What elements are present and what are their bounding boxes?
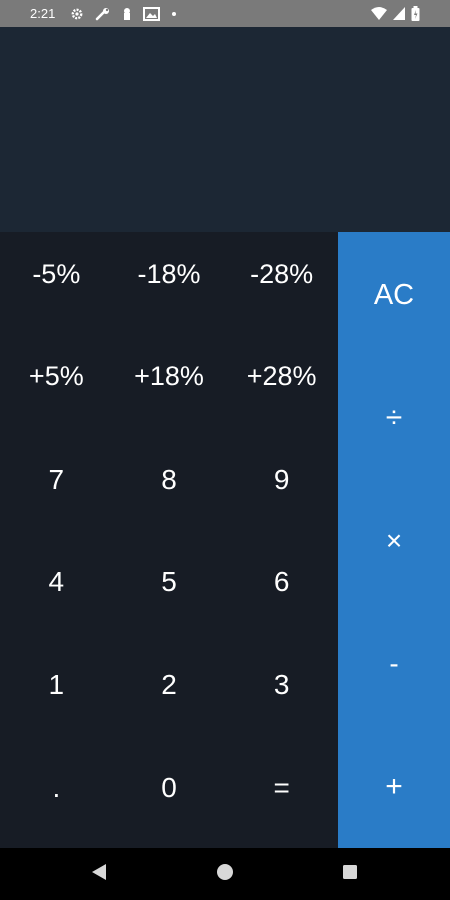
key-minus-18-percent[interactable]: -18%	[113, 232, 226, 335]
key-1[interactable]: 1	[0, 643, 113, 746]
gear-icon	[70, 7, 84, 21]
recents-button[interactable]	[320, 848, 380, 900]
key-equals[interactable]: =	[225, 745, 338, 848]
divide-button[interactable]: ÷	[338, 388, 450, 448]
key-6[interactable]: 6	[225, 540, 338, 643]
battery-icon	[411, 6, 420, 21]
subtract-button[interactable]: -	[338, 634, 450, 694]
signal-icon	[393, 7, 405, 20]
back-button[interactable]	[69, 848, 129, 900]
home-icon	[216, 863, 234, 886]
key-4[interactable]: 4	[0, 540, 113, 643]
operator-column: AC ÷ × - +	[338, 232, 450, 848]
key-5[interactable]: 5	[113, 540, 226, 643]
key-0[interactable]: 0	[113, 745, 226, 848]
recents-icon	[342, 864, 358, 885]
key-8[interactable]: 8	[113, 437, 226, 540]
status-right	[371, 6, 450, 21]
keypad: -5% -18% -28% +5% +18% +28% 7 8 9 4 5 6 …	[0, 232, 338, 848]
key-2[interactable]: 2	[113, 643, 226, 746]
key-decimal[interactable]: .	[0, 745, 113, 848]
status-time: 2:21	[30, 6, 56, 21]
wrench-icon	[95, 7, 111, 21]
status-bar: 2:21	[0, 0, 450, 27]
dot-icon	[171, 11, 177, 17]
home-button[interactable]	[195, 848, 255, 900]
back-icon	[91, 863, 107, 886]
key-minus-28-percent[interactable]: -28%	[225, 232, 338, 335]
key-plus-28-percent[interactable]: +28%	[225, 335, 338, 438]
clear-button[interactable]: AC	[338, 265, 450, 325]
keyhole-icon	[122, 7, 132, 21]
multiply-button[interactable]: ×	[338, 511, 450, 571]
key-3[interactable]: 3	[225, 643, 338, 746]
key-plus-18-percent[interactable]: +18%	[113, 335, 226, 438]
status-left: 2:21	[0, 6, 177, 21]
image-icon	[143, 6, 161, 21]
key-plus-5-percent[interactable]: +5%	[0, 335, 113, 438]
calculator-display	[0, 27, 450, 232]
key-minus-5-percent[interactable]: -5%	[0, 232, 113, 335]
key-9[interactable]: 9	[225, 437, 338, 540]
key-7[interactable]: 7	[0, 437, 113, 540]
add-button[interactable]: +	[338, 757, 450, 817]
navigation-bar	[0, 848, 450, 900]
wifi-icon	[371, 7, 387, 20]
